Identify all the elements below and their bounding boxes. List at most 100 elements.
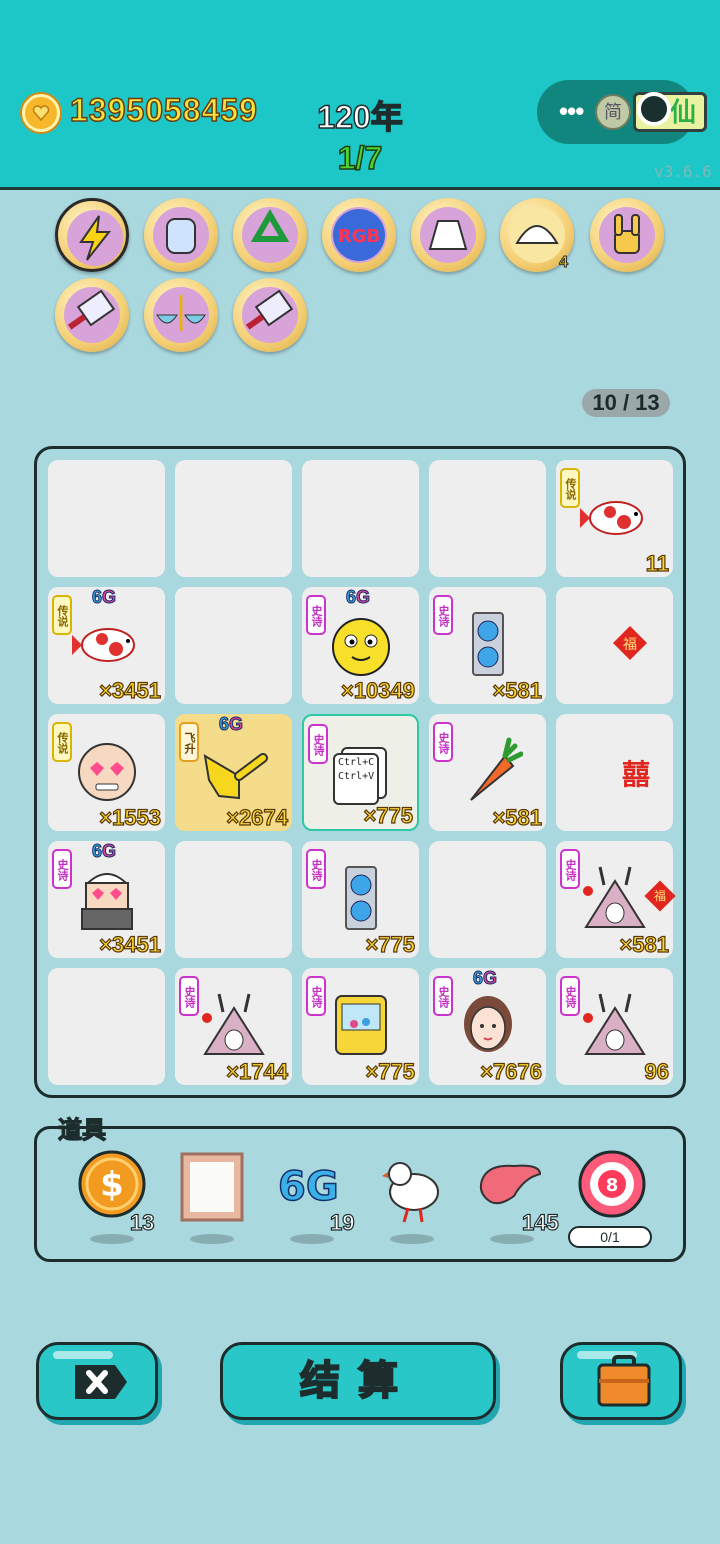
buff-badge[interactable] xyxy=(55,278,129,352)
item-quantity: 96 xyxy=(644,1058,670,1084)
briefcase-icon xyxy=(597,1355,651,1407)
prop-count: 19 xyxy=(329,1209,355,1235)
buff-badge[interactable] xyxy=(233,278,307,352)
item-cell[interactable]: 飞升 6G ×2674 xyxy=(175,714,292,831)
item-cell[interactable]: 史诗 ×581 xyxy=(429,714,546,831)
buff-badge[interactable] xyxy=(144,198,218,272)
shadow xyxy=(390,1234,434,1244)
delete-icon xyxy=(75,1365,127,1399)
svg-text:RGB: RGB xyxy=(338,226,380,247)
item-cell[interactable]: 史诗 6G ×3451 xyxy=(48,841,165,958)
settle-button[interactable]: 结算 xyxy=(220,1342,496,1420)
item-quantity: ×1744 xyxy=(226,1058,289,1084)
item-cell[interactable]: 史诗 ×775 xyxy=(302,968,419,1085)
discard-button[interactable] xyxy=(36,1342,158,1420)
rarity-tag: 史诗 xyxy=(306,595,326,635)
year-display: 120年 xyxy=(317,98,404,136)
rarity-tag: 传说 xyxy=(52,595,72,635)
buff-badge[interactable] xyxy=(55,198,129,272)
close-capsule-icon[interactable] xyxy=(637,92,671,126)
empty-cell[interactable] xyxy=(48,968,165,1085)
rarity-tag: 史诗 xyxy=(433,976,453,1016)
item-cell[interactable]: 传说 11 xyxy=(556,460,673,577)
item-cell[interactable]: 史诗 6G ×10349 xyxy=(302,587,419,704)
target-progress: 0/1 xyxy=(568,1226,652,1248)
item-cell[interactable]: 史诗 96 xyxy=(556,968,673,1085)
item-cell[interactable]: 史诗 ×775 xyxy=(302,841,419,958)
top-header: 1395058459 120年 1/7 ••• 简 仙 v3.6.6 xyxy=(0,0,720,190)
item-quantity: ×775 xyxy=(363,802,414,828)
ctrl-v-label: Ctrl+V xyxy=(338,771,375,782)
claw-machine-icon xyxy=(326,990,396,1060)
rice-bowl-up-icon xyxy=(153,287,209,343)
prop-item[interactable] xyxy=(170,1148,260,1248)
mini-program-capsule: ••• 简 仙 xyxy=(537,80,707,144)
empty-cell[interactable] xyxy=(429,460,546,577)
shell-icon xyxy=(509,207,565,263)
recycle-icon xyxy=(242,207,298,263)
buff-badge[interactable]: 4 xyxy=(500,198,574,272)
rabbit-tent-icon xyxy=(199,990,269,1060)
white-bird-icon xyxy=(374,1148,450,1229)
item-cell[interactable]: 史诗 ×1744 xyxy=(175,968,292,1085)
svg-text:$: $ xyxy=(100,1165,124,1205)
prop-item[interactable]: $13 xyxy=(70,1148,160,1248)
target-8-icon: 8 xyxy=(574,1148,650,1229)
prop-count: 145 xyxy=(521,1209,559,1235)
version-label: v3.6.6 xyxy=(654,162,712,181)
6g-badge: 6G xyxy=(218,714,244,735)
item-quantity: ×775 xyxy=(365,1058,416,1084)
slot-counter: 10 / 13 xyxy=(582,389,670,417)
jar-icon xyxy=(153,207,209,263)
yellow-face-icon xyxy=(326,609,396,679)
empty-cell[interactable] xyxy=(175,841,292,958)
item-quantity: ×775 xyxy=(365,931,416,957)
item-cell[interactable]: 史诗 6G ×7676 xyxy=(429,968,546,1085)
6g-badge: 6G xyxy=(345,587,371,608)
empty-cell[interactable] xyxy=(48,460,165,577)
svg-text:8: 8 xyxy=(606,1175,619,1196)
empty-cell[interactable] xyxy=(302,460,419,577)
buff-badge[interactable] xyxy=(590,198,664,272)
button-shine xyxy=(53,1351,113,1359)
shortcut-text: Ctrl+C Ctrl+V xyxy=(338,756,374,784)
double-happiness-icon: 囍 xyxy=(580,736,650,806)
prop-item[interactable]: 145 xyxy=(470,1148,560,1248)
rarity-tag: 史诗 xyxy=(433,595,453,635)
simplified-toggle[interactable]: 简 xyxy=(595,94,631,130)
6g-badge: 6G xyxy=(91,587,117,608)
rarity-tag: 史诗 xyxy=(433,722,453,762)
buff-badge[interactable] xyxy=(144,278,218,352)
empty-cell[interactable] xyxy=(429,841,546,958)
rarity-tag: 传说 xyxy=(560,468,580,508)
buff-badge[interactable]: RGB xyxy=(322,198,396,272)
empty-cell[interactable] xyxy=(175,587,292,704)
prop-item[interactable] xyxy=(370,1148,460,1248)
graphics-card-icon xyxy=(453,609,523,679)
item-quantity: ×10349 xyxy=(340,677,415,703)
rarity-tag: 传说 xyxy=(52,722,72,762)
item-quantity: ×1553 xyxy=(99,804,162,830)
buff-badge[interactable] xyxy=(233,198,307,272)
rarity-tag: 史诗 xyxy=(560,976,580,1016)
item-cell[interactable]: 传说 ×1553 xyxy=(48,714,165,831)
item-quantity: 11 xyxy=(645,550,669,576)
pointing-hand-icon xyxy=(199,736,269,806)
empty-cell[interactable] xyxy=(175,460,292,577)
rarity-tag: 飞升 xyxy=(179,722,199,762)
item-cell[interactable]: Ctrl+C Ctrl+V 史诗 ×775 xyxy=(302,714,419,831)
item-cell[interactable]: 史诗 ×581 xyxy=(429,587,546,704)
item-cell[interactable]: 囍 xyxy=(556,714,673,831)
more-menu-icon[interactable]: ••• xyxy=(559,98,584,124)
backpack-button[interactable] xyxy=(560,1342,682,1420)
ctrl-c-label: Ctrl+C xyxy=(338,757,375,768)
buff-badge[interactable] xyxy=(411,198,485,272)
item-cell[interactable]: 福史诗 ×581 xyxy=(556,841,676,958)
prop-item[interactable]: 6G 19 xyxy=(270,1148,360,1248)
item-quantity: ×2674 xyxy=(226,804,289,830)
heart-eyes-grandpa-icon xyxy=(72,736,142,806)
item-quantity: ×581 xyxy=(492,804,543,830)
cool-grandpa-icon xyxy=(72,863,142,933)
item-cell[interactable]: 福 xyxy=(556,587,673,704)
item-cell[interactable]: 传说 6G ×3451 xyxy=(48,587,165,704)
